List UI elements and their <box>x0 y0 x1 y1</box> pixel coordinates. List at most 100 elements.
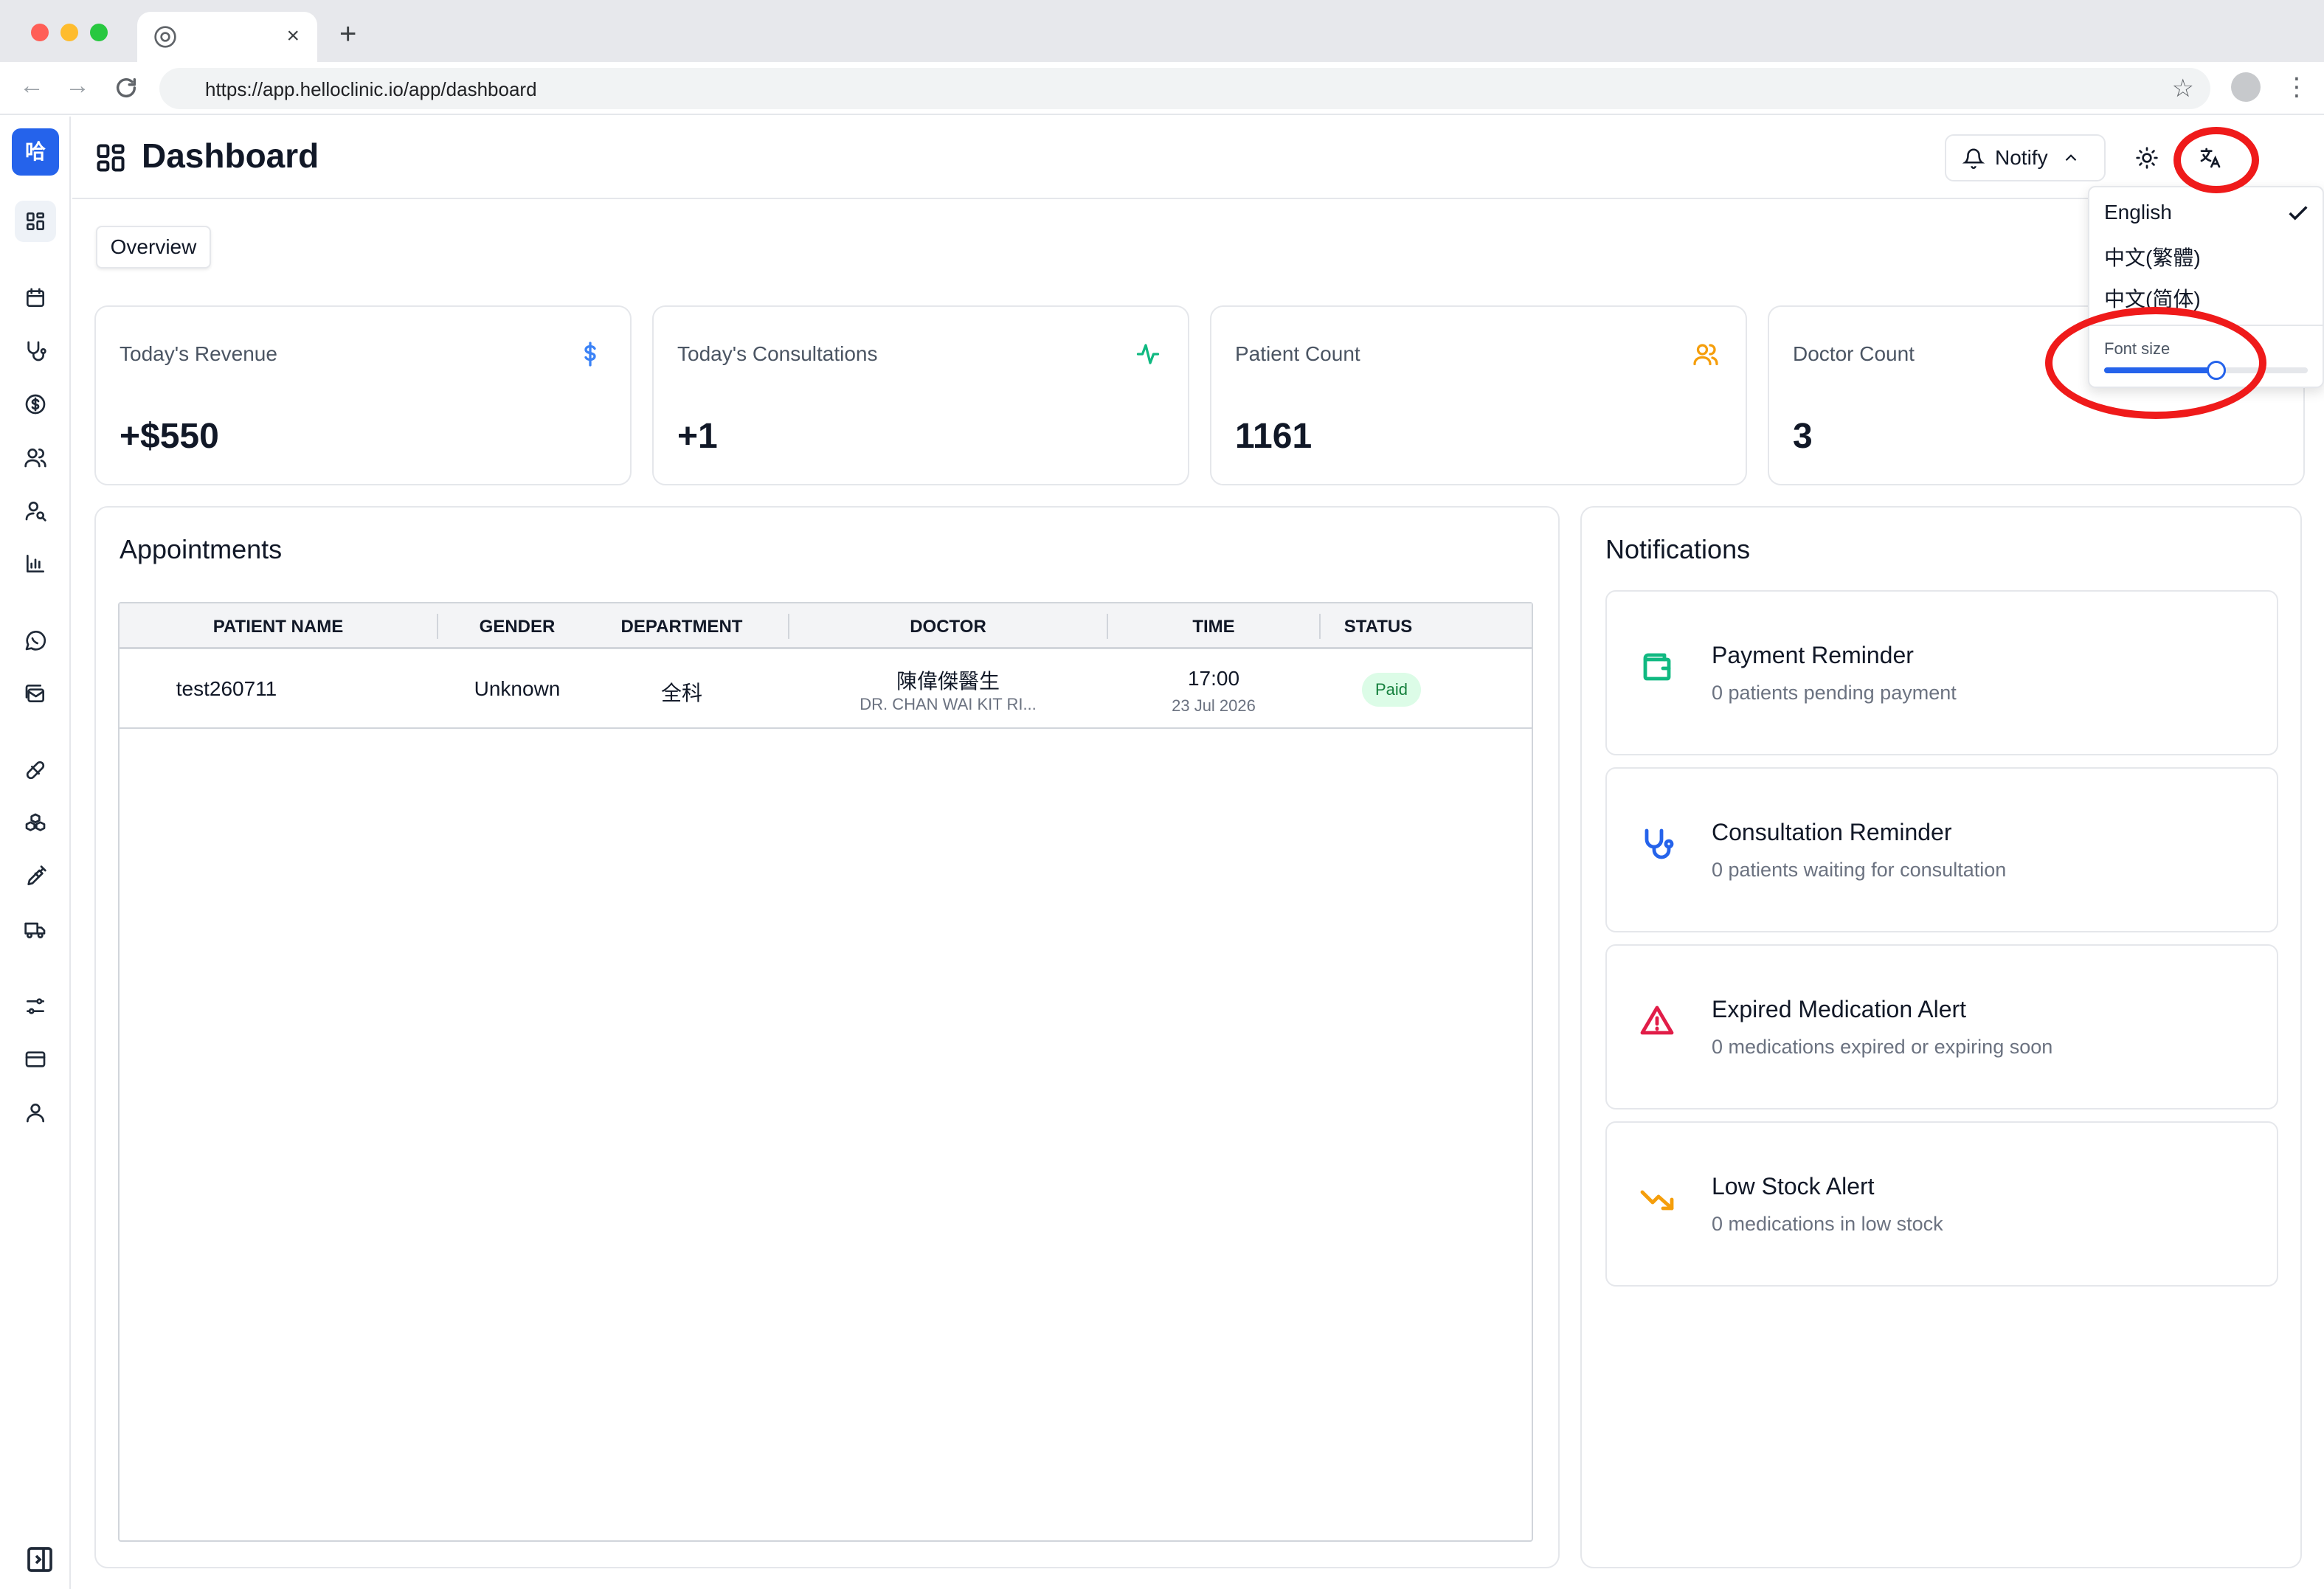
stat-label: Patient Count <box>1235 342 1360 365</box>
cell-time: 17:00 <box>1187 667 1240 690</box>
sidebar-item-account[interactable] <box>15 1092 56 1133</box>
sidebar-item-dashboard[interactable] <box>15 201 56 242</box>
language-option-traditional-chinese[interactable]: 中文(繁體) <box>2104 242 2201 271</box>
column-header-patient-name[interactable]: PATIENT NAME <box>120 617 437 637</box>
column-header-time[interactable]: TIME <box>1108 617 1319 637</box>
window-minimize-button[interactable] <box>60 24 78 41</box>
cell-date: 23 Jul 2026 <box>1172 696 1256 715</box>
appointments-title: Appointments <box>120 534 283 564</box>
theme-toggle-button[interactable] <box>2126 137 2168 179</box>
sidebar-item-inventory[interactable] <box>15 803 56 844</box>
chat-bubble-icon <box>25 631 46 651</box>
status-badge: Paid <box>1362 673 1421 707</box>
page-title: Dashboard <box>142 136 319 175</box>
stethoscope-icon <box>1639 826 1675 862</box>
chrome-favicon-icon <box>154 26 176 48</box>
sidebar-item-patient-search[interactable] <box>15 490 56 531</box>
notification-title: Payment Reminder <box>1712 642 1914 668</box>
stat-value: +1 <box>677 417 718 456</box>
activity-icon <box>1135 341 1161 367</box>
notification-title: Low Stock Alert <box>1712 1173 1875 1199</box>
url-text: https://app.helloclinic.io/app/dashboard <box>205 78 537 100</box>
column-header-status[interactable]: STATUS <box>1321 617 1436 637</box>
language-option-english[interactable]: English <box>2104 201 2172 224</box>
syringe-icon <box>27 865 46 885</box>
sidebar-item-calendar[interactable] <box>15 277 56 319</box>
column-header-gender[interactable]: GENDER <box>438 617 596 637</box>
tab-close-icon[interactable]: × <box>286 25 300 47</box>
back-arrow-icon[interactable]: ← <box>19 71 44 100</box>
cell-department: 全科 <box>660 682 702 705</box>
forward-arrow-icon[interactable]: → <box>65 71 90 100</box>
trending-down-icon <box>1639 1180 1675 1216</box>
annotation-circle-language-button <box>2173 127 2259 193</box>
sidebar-item-settings[interactable] <box>15 986 56 1027</box>
sidebar-collapse-icon[interactable] <box>25 1545 55 1574</box>
stat-value: 3 <box>1793 417 1813 456</box>
cell-doctor-name-en: DR. CHAN WAI KIT RI... <box>860 695 1037 713</box>
sidebar-item-payments[interactable] <box>15 1039 56 1080</box>
page-header: Dashboard Notify 陳 <box>72 117 2324 199</box>
notify-button[interactable]: Notify <box>1945 134 2106 181</box>
notification-subtitle: 0 patients pending payment <box>1712 682 1957 704</box>
stat-value: 1161 <box>1235 417 1313 456</box>
window-close-button[interactable] <box>31 24 49 41</box>
browser-profile-icon[interactable] <box>2231 72 2261 102</box>
table-row[interactable]: test260711 Unknown 全科 陳偉傑醫生 DR. CHAN WAI… <box>120 651 1532 729</box>
bookmark-star-icon[interactable]: ☆ <box>2172 74 2194 103</box>
sidebar-item-reports[interactable] <box>15 543 56 584</box>
notify-label: Notify <box>1995 146 2048 169</box>
stethoscope-icon <box>27 341 46 361</box>
notification-consultation-reminder[interactable]: Consultation Reminder 0 patients waiting… <box>1605 767 2278 932</box>
table-header: PATIENT NAME GENDER DEPARTMENT DOCTOR TI… <box>120 603 1532 649</box>
boxes-icon <box>25 813 46 831</box>
sidebar-item-whatsapp[interactable] <box>15 620 56 661</box>
notification-subtitle: 0 medications expired or expiring soon <box>1712 1036 2053 1058</box>
window-maximize-button[interactable] <box>90 24 108 41</box>
grid-icon <box>26 212 44 230</box>
user-search-icon <box>25 502 46 522</box>
browser-menu-icon[interactable]: ⋮ <box>2284 69 2309 105</box>
app-logo[interactable]: 哈 <box>12 128 59 176</box>
new-tab-button[interactable]: + <box>339 19 356 49</box>
browser-toolbar: ← → https://app.helloclinic.io/app/dashb… <box>0 62 2324 115</box>
notification-low-stock[interactable]: Low Stock Alert 0 medications in low sto… <box>1605 1121 2278 1287</box>
notification-subtitle: 0 patients waiting for consultation <box>1712 859 2007 881</box>
mail-stack-icon <box>25 685 44 702</box>
users-icon <box>1692 341 1719 367</box>
cell-patient-name: test260711 <box>176 677 277 700</box>
stat-card-consultations: Today's Consultations +1 <box>652 305 1189 485</box>
annotation-circle-font-size <box>2045 307 2266 419</box>
truck-icon <box>24 922 46 938</box>
calendar-icon <box>27 288 44 307</box>
address-bar[interactable]: https://app.helloclinic.io/app/dashboard… <box>159 68 2210 109</box>
sidebar-item-consultation[interactable] <box>15 330 56 372</box>
notification-expired-medication[interactable]: Expired Medication Alert 0 medications e… <box>1605 944 2278 1109</box>
sidebar: 哈 <box>0 117 71 1589</box>
stat-value: +$550 <box>120 417 219 456</box>
column-header-doctor[interactable]: DOCTOR <box>789 617 1107 637</box>
sidebar-item-procedures[interactable] <box>15 856 56 897</box>
cell-doctor-name: 陳偉傑醫生 <box>896 670 1000 693</box>
sidebar-item-patients[interactable] <box>15 437 56 478</box>
sidebar-item-medication[interactable] <box>15 750 56 791</box>
reload-icon[interactable] <box>114 75 139 100</box>
tab-overview[interactable]: Overview <box>96 226 211 269</box>
check-icon <box>2286 201 2311 226</box>
notification-subtitle: 0 medications in low stock <box>1712 1213 1943 1235</box>
stat-label: Today's Consultations <box>677 342 878 365</box>
bar-chart-icon <box>27 555 44 572</box>
stat-label: Today's Revenue <box>120 342 277 365</box>
stat-card-patient-count: Patient Count 1161 <box>1210 305 1747 485</box>
users-icon <box>24 449 46 468</box>
sidebar-item-messages[interactable] <box>15 673 56 714</box>
sidebar-item-billing[interactable] <box>15 384 56 425</box>
notification-title: Expired Medication Alert <box>1712 996 1967 1022</box>
notifications-title: Notifications <box>1605 534 1751 564</box>
dollar-icon <box>577 341 604 367</box>
sidebar-item-delivery[interactable] <box>15 909 56 950</box>
column-header-department[interactable]: DEPARTMENT <box>596 617 767 637</box>
browser-tab[interactable]: × <box>137 12 317 62</box>
notification-payment-reminder[interactable]: Payment Reminder 0 patients pending paym… <box>1605 590 2278 755</box>
notification-title: Consultation Reminder <box>1712 819 1952 845</box>
